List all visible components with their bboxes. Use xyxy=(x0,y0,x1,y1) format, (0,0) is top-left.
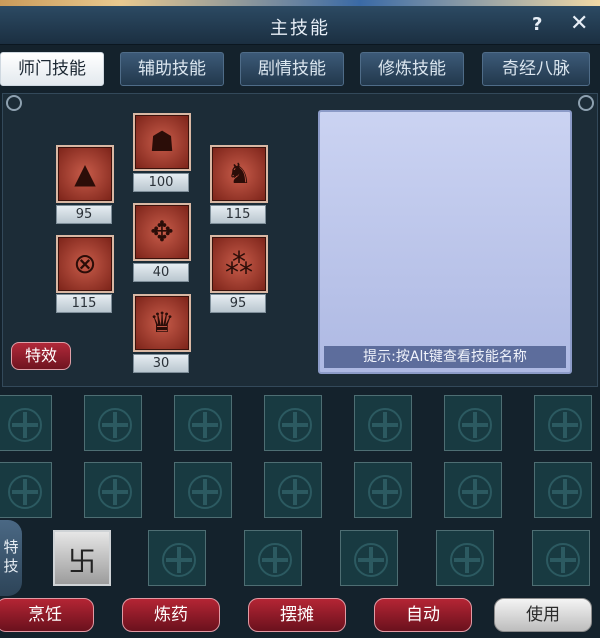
empty-special-slot[interactable] xyxy=(340,530,398,586)
corner-ornament xyxy=(6,95,22,111)
help-icon[interactable]: ? xyxy=(532,14,542,35)
slot-pattern-icon xyxy=(98,408,132,442)
slot-pattern-icon xyxy=(8,475,42,509)
preview-hint: 提示:按Alt键查看技能名称 xyxy=(324,346,566,368)
slot-pattern-icon xyxy=(98,475,132,509)
special-glyph-icon: 卐 xyxy=(67,545,96,578)
tab-meridians[interactable]: 奇经八脉 xyxy=(482,52,590,86)
empty-slot[interactable] xyxy=(84,462,142,518)
skill-round-seal[interactable]: ⊗ xyxy=(56,235,114,293)
talisman-icon: ✥ xyxy=(150,215,174,248)
empty-slot[interactable] xyxy=(534,462,592,518)
slot-pattern-icon xyxy=(368,475,402,509)
skill-dragon-head[interactable]: ♞ xyxy=(210,145,268,203)
slot-pattern-icon xyxy=(188,475,222,509)
grid-seal-icon: ⁂ xyxy=(225,247,253,280)
corner-ornament xyxy=(578,95,594,111)
tab-school-skills[interactable]: 师门技能 xyxy=(0,52,104,86)
dragon-head-icon: ♞ xyxy=(226,157,252,190)
empty-slot[interactable] xyxy=(444,395,502,451)
use-button[interactable]: 使用 xyxy=(494,598,592,632)
cooking-button[interactable]: 烹饪 xyxy=(0,598,94,632)
special-skill-slot[interactable]: 卐 xyxy=(53,530,111,586)
skill-level: 40 xyxy=(133,263,189,282)
empty-slot[interactable] xyxy=(174,462,232,518)
skill-preview-box: 提示:按Alt键查看技能名称 xyxy=(318,110,572,374)
alchemy-button[interactable]: 炼药 xyxy=(122,598,220,632)
slot-pattern-icon xyxy=(188,408,222,442)
slot-pattern-icon xyxy=(278,475,312,509)
round-seal-icon: ⊗ xyxy=(73,247,97,280)
special-skills-label: 特技 xyxy=(0,520,22,596)
skill-level: 100 xyxy=(133,173,189,192)
flame-crown-icon: ♛ xyxy=(149,306,175,339)
skill-pagoda[interactable]: ▲ xyxy=(56,145,114,203)
stall-button[interactable]: 摆摊 xyxy=(248,598,346,632)
auto-button[interactable]: 自动 xyxy=(374,598,472,632)
empty-slot[interactable] xyxy=(264,462,322,518)
empty-slot[interactable] xyxy=(0,395,52,451)
slot-pattern-icon xyxy=(458,408,492,442)
skill-level: 30 xyxy=(133,354,189,373)
slot-pattern-icon xyxy=(458,475,492,509)
tab-bar: 师门技能 辅助技能 剧情技能 修炼技能 奇经八脉 xyxy=(0,52,600,86)
skill-level: 95 xyxy=(210,294,266,313)
window-title: 主技能 xyxy=(270,18,330,39)
skill-level: 115 xyxy=(56,294,112,313)
empty-slot[interactable] xyxy=(174,395,232,451)
skill-flame-crown[interactable]: ♛ xyxy=(133,294,191,352)
empty-special-slot[interactable] xyxy=(436,530,494,586)
close-icon[interactable]: ✕ xyxy=(570,11,588,36)
slot-pattern-icon xyxy=(548,475,582,509)
empty-special-slot[interactable] xyxy=(244,530,302,586)
slot-pattern-icon xyxy=(8,408,42,442)
empty-special-slot[interactable] xyxy=(532,530,590,586)
slot-pattern-icon xyxy=(368,408,402,442)
pagoda-icon: ▲ xyxy=(74,157,96,190)
empty-slot[interactable] xyxy=(354,462,412,518)
slot-pattern-icon xyxy=(354,543,388,577)
slot-pattern-icon xyxy=(450,543,484,577)
slot-pattern-icon xyxy=(258,543,292,577)
slot-pattern-icon xyxy=(548,408,582,442)
empty-slot[interactable] xyxy=(264,395,322,451)
skill-grid-seal[interactable]: ⁂ xyxy=(210,235,268,293)
demon-mask-icon: ☗ xyxy=(149,125,175,158)
empty-slot[interactable] xyxy=(84,395,142,451)
tab-story-skills[interactable]: 剧情技能 xyxy=(240,52,344,86)
skill-talisman[interactable]: ✥ xyxy=(133,203,191,261)
empty-slot[interactable] xyxy=(444,462,502,518)
empty-slot[interactable] xyxy=(354,395,412,451)
tab-cultivation-skills[interactable]: 修炼技能 xyxy=(360,52,464,86)
skill-demon-mask[interactable]: ☗ xyxy=(133,113,191,171)
empty-slot[interactable] xyxy=(534,395,592,451)
tab-auxiliary-skills[interactable]: 辅助技能 xyxy=(120,52,224,86)
empty-special-slot[interactable] xyxy=(148,530,206,586)
slot-pattern-icon xyxy=(546,543,580,577)
slot-pattern-icon xyxy=(162,543,196,577)
skill-level: 95 xyxy=(56,205,112,224)
slot-pattern-icon xyxy=(278,408,312,442)
effects-button[interactable]: 特效 xyxy=(11,342,71,370)
empty-slot[interactable] xyxy=(0,462,52,518)
title-bar: 主技能 ? ✕ xyxy=(0,6,600,45)
skill-level: 115 xyxy=(210,205,266,224)
